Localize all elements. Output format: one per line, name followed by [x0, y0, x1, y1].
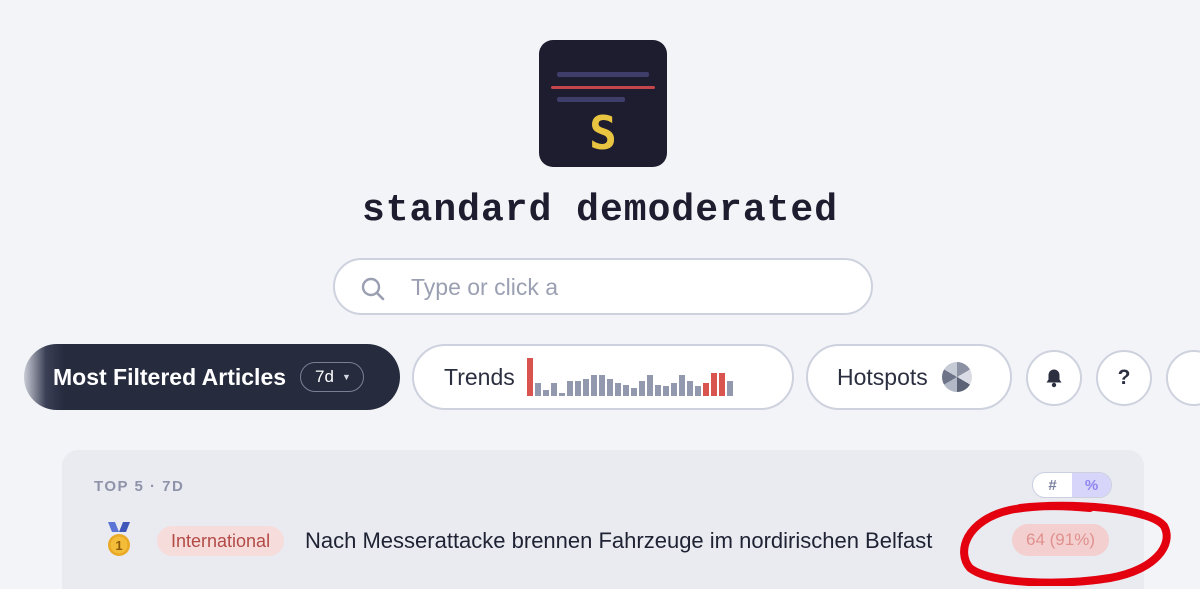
- sparkline-bar: [590, 375, 597, 396]
- pie-chart-icon: [941, 362, 972, 392]
- sparkline-bar: [582, 379, 589, 396]
- top-articles-card: TOP 5 · 7D # % 1 International Nach Mess…: [62, 450, 1144, 589]
- category-badge[interactable]: International: [157, 526, 285, 556]
- sparkline-bar: [606, 379, 613, 396]
- period-value: 7d: [315, 367, 334, 386]
- sparkline-bar: [550, 383, 557, 396]
- sparkline-bar: [574, 381, 581, 396]
- search-icon: [361, 277, 385, 301]
- sparkline-bar: [542, 390, 549, 396]
- hotspots-button[interactable]: Hotspots: [806, 344, 1012, 410]
- notifications-button[interactable]: [1026, 350, 1082, 406]
- display-mode-toggle[interactable]: # %: [1032, 472, 1112, 498]
- trends-label: Trends: [444, 363, 515, 390]
- search-box[interactable]: [333, 258, 873, 315]
- count-mode-option[interactable]: #: [1033, 473, 1072, 497]
- bell-icon: [1046, 369, 1062, 388]
- sparkline-bar: [646, 375, 653, 396]
- logo-letter: S: [589, 106, 617, 160]
- article-row[interactable]: 1 International Nach Messerattacke brenn…: [62, 520, 1144, 568]
- sparkline-bar: [678, 375, 685, 396]
- help-label: ?: [1117, 366, 1131, 389]
- app-logo[interactable]: S: [539, 40, 667, 167]
- filtered-count-badge: 64 (91%): [1012, 524, 1109, 556]
- logo-strike-line: [551, 86, 655, 89]
- sparkline-bar: [662, 386, 669, 396]
- most-filtered-articles-button[interactable]: Most Filtered Articles 7d ▼: [24, 344, 400, 410]
- sparkline-bar: [534, 383, 541, 396]
- sparkline-bar: [710, 373, 717, 396]
- logo-line: [557, 97, 625, 102]
- sparkline-bar: [630, 388, 637, 396]
- trends-button[interactable]: Trends: [412, 344, 794, 410]
- sparkline-bar: [694, 386, 701, 396]
- sparkline-bar: [614, 383, 621, 396]
- percent-mode-option[interactable]: %: [1072, 473, 1111, 497]
- medal-rank: 1: [115, 538, 122, 553]
- sparkline-bar: [598, 375, 605, 396]
- sparkline-bar: [622, 385, 629, 396]
- sparkline-bar: [670, 383, 677, 396]
- gold-medal-icon: 1: [108, 522, 130, 556]
- search-input[interactable]: [411, 268, 851, 306]
- most-filtered-label: Most Filtered Articles: [53, 363, 287, 390]
- caret-down-icon: ▼: [341, 372, 351, 382]
- sparkline-bar: [686, 381, 693, 396]
- article-title-link[interactable]: Nach Messerattacke brennen Fahrzeuge im …: [305, 527, 932, 555]
- hotspots-label: Hotspots: [837, 363, 928, 390]
- sparkline-bar: [558, 393, 565, 396]
- sparkline-bar: [718, 373, 725, 396]
- period-dropdown[interactable]: 7d ▼: [300, 362, 364, 392]
- sparkline-bar: [526, 358, 533, 396]
- trends-sparkline: [526, 358, 733, 396]
- sparkline-bar: [726, 381, 733, 396]
- sparkline-bar: [566, 381, 573, 396]
- more-button[interactable]: [1166, 350, 1200, 406]
- sparkline-bar: [702, 383, 709, 396]
- card-caption: TOP 5 · 7D: [94, 478, 185, 495]
- sparkline-bar: [638, 381, 645, 396]
- help-button[interactable]: ?: [1096, 350, 1152, 406]
- logo-line: [557, 72, 649, 77]
- site-title: standard demoderated: [361, 189, 839, 232]
- sparkline-bar: [654, 385, 661, 396]
